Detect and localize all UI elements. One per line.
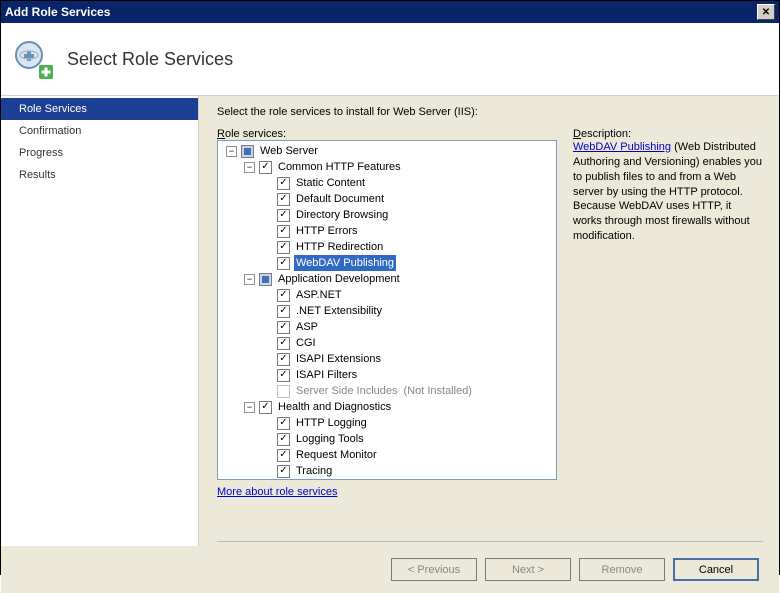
checkbox[interactable]	[277, 241, 290, 254]
checkbox	[277, 385, 290, 398]
sidebar-item-confirmation[interactable]: Confirmation	[1, 120, 198, 142]
main-panel: Select the role services to install for …	[199, 96, 779, 546]
tree-node-label[interactable]: CGI	[294, 335, 318, 351]
checkbox[interactable]	[277, 369, 290, 382]
checkbox[interactable]	[277, 209, 290, 222]
separator	[217, 541, 763, 542]
checkbox[interactable]	[277, 321, 290, 334]
tree-node-label[interactable]: Directory Browsing	[294, 207, 390, 223]
previous-button[interactable]: < Previous	[391, 558, 477, 581]
checkbox[interactable]	[277, 465, 290, 478]
role-services-tree[interactable]: −Web Server−Common HTTP FeaturesStatic C…	[217, 140, 557, 480]
checkbox[interactable]	[277, 225, 290, 238]
close-button[interactable]: ✕	[757, 4, 775, 20]
next-button[interactable]: Next >	[485, 558, 571, 581]
checkbox[interactable]	[277, 337, 290, 350]
checkbox[interactable]	[277, 305, 290, 318]
tree-node: HTTP Redirection	[220, 239, 554, 255]
tree-node: − Application Development	[220, 271, 554, 287]
checkbox[interactable]	[259, 273, 272, 286]
tree-node: Request Monitor	[220, 447, 554, 463]
tree-node-label[interactable]: ISAPI Extensions	[294, 351, 383, 367]
tree-node-label[interactable]: Request Monitor	[294, 447, 379, 463]
checkbox[interactable]	[277, 257, 290, 270]
tree-node: Tracing	[220, 463, 554, 479]
tree-node-label[interactable]: WebDAV Publishing	[294, 255, 396, 271]
tree-node: Server Side Includes (Not Installed)	[220, 383, 554, 399]
tree-node-label[interactable]: Default Document	[294, 191, 386, 207]
header: Select Role Services	[1, 23, 779, 96]
tree-node-label[interactable]: Tracing	[294, 463, 334, 479]
tree-node: Logging Tools	[220, 431, 554, 447]
description-link[interactable]: WebDAV Publishing	[573, 141, 671, 153]
cancel-button[interactable]: Cancel	[673, 558, 759, 581]
tree-node: HTTP Logging	[220, 415, 554, 431]
tree-node: − Common HTTP Features	[220, 159, 554, 175]
sidebar: Role ServicesConfirmationProgressResults	[1, 96, 199, 546]
checkbox[interactable]	[259, 161, 272, 174]
tree-node-label[interactable]: Logging Tools	[294, 431, 366, 447]
checkbox[interactable]	[277, 417, 290, 430]
checkbox[interactable]	[277, 449, 290, 462]
sidebar-item-role-services[interactable]: Role Services	[1, 98, 198, 120]
tree-node: − Web Server	[220, 143, 554, 159]
tree-node-label[interactable]: ISAPI Filters	[294, 367, 359, 383]
tree-node-label[interactable]: HTTP Errors	[294, 223, 360, 239]
collapse-icon[interactable]: −	[244, 162, 255, 173]
close-icon: ✕	[762, 7, 770, 18]
tree-node: ASP.NET	[220, 287, 554, 303]
footer: < Previous Next > Remove Cancel	[1, 546, 779, 593]
checkbox[interactable]	[259, 401, 272, 414]
description-body: (Web Distributed Authoring and Versionin…	[573, 141, 762, 242]
checkbox[interactable]	[277, 289, 290, 302]
description-text: WebDAV Publishing (Web Distributed Autho…	[573, 140, 763, 244]
titlebar: Add Role Services ✕	[1, 1, 779, 23]
checkbox[interactable]	[277, 433, 290, 446]
tree-node: ISAPI Filters	[220, 367, 554, 383]
remove-button[interactable]: Remove	[579, 558, 665, 581]
tree-node-label[interactable]: Web Server	[258, 143, 320, 159]
description-label: Description:	[573, 128, 763, 140]
tree-node: CGI	[220, 335, 554, 351]
tree-node: ISAPI Extensions	[220, 351, 554, 367]
page-title: Select Role Services	[67, 49, 233, 70]
tree-node: HTTP Errors	[220, 223, 554, 239]
checkbox[interactable]	[277, 193, 290, 206]
tree-node: ASP	[220, 319, 554, 335]
tree-node: Static Content	[220, 175, 554, 191]
tree-node: .NET Extensibility	[220, 303, 554, 319]
tree-label: Role services:	[217, 128, 557, 140]
tree-node: Directory Browsing	[220, 207, 554, 223]
collapse-icon[interactable]: −	[226, 146, 237, 157]
checkbox[interactable]	[241, 145, 254, 158]
sidebar-item-progress[interactable]: Progress	[1, 142, 198, 164]
more-about-link[interactable]: More about role services	[217, 486, 337, 498]
tree-node-label[interactable]: HTTP Redirection	[294, 239, 385, 255]
tree-node-label[interactable]: Health and Diagnostics	[276, 399, 393, 415]
tree-node: Default Document	[220, 191, 554, 207]
collapse-icon[interactable]: −	[244, 402, 255, 413]
window-title: Add Role Services	[5, 5, 757, 19]
collapse-icon[interactable]: −	[244, 274, 255, 285]
instruction-text: Select the role services to install for …	[217, 106, 763, 118]
tree-node-label[interactable]: Application Development	[276, 271, 402, 287]
checkbox[interactable]	[277, 353, 290, 366]
tree-node-label[interactable]: .NET Extensibility	[294, 303, 384, 319]
tree-node-label[interactable]: HTTP Logging	[294, 415, 369, 431]
wizard-icon	[11, 37, 55, 81]
not-installed-label: (Not Installed)	[404, 383, 472, 399]
tree-node-label: Server Side Includes	[294, 383, 400, 399]
tree-node-label[interactable]: ASP	[294, 319, 320, 335]
sidebar-item-results[interactable]: Results	[1, 164, 198, 186]
more-link-container: More about role services	[217, 486, 557, 498]
checkbox[interactable]	[277, 177, 290, 190]
tree-node: − Health and Diagnostics	[220, 399, 554, 415]
tree-node-label[interactable]: ASP.NET	[294, 287, 344, 303]
tree-node-label[interactable]: Common HTTP Features	[276, 159, 403, 175]
tree-node-label[interactable]: Static Content	[294, 175, 367, 191]
tree-node: WebDAV Publishing	[220, 255, 554, 271]
